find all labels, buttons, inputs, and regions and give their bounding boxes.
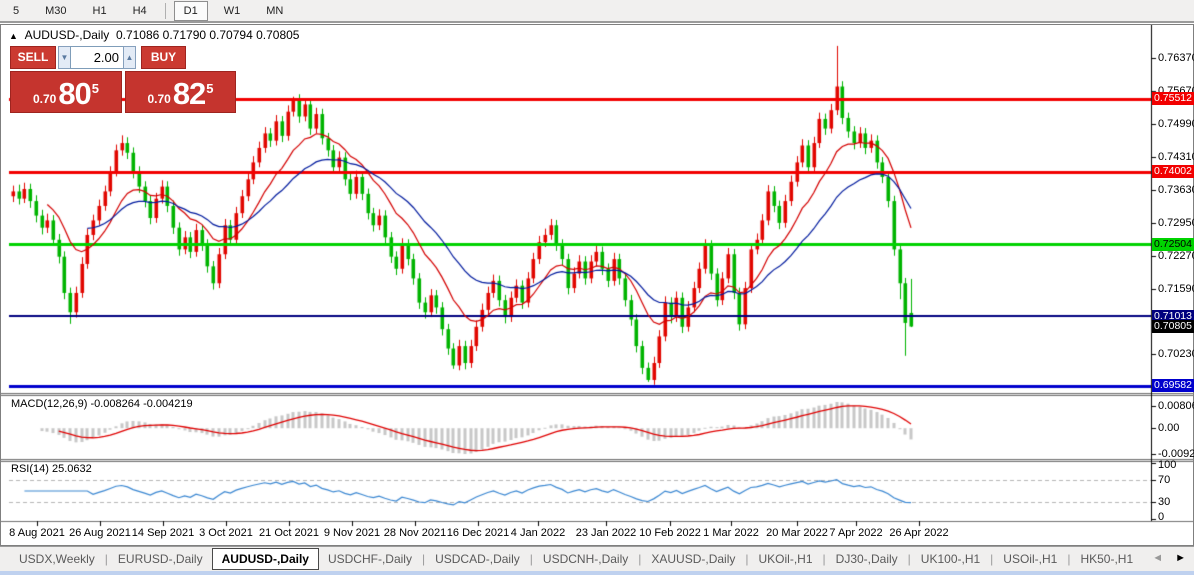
price-axis-tick: 0.72270 [1158, 249, 1194, 262]
date-axis-label: 26 Apr 2022 [889, 527, 949, 539]
tab-eurusd-daily[interactable]: EURUSD-,Daily [109, 549, 212, 569]
one-click-trading-widget: SELL ▼ 2.00 ▲ BUY 0.70 80 5 0.70 82 5 [10, 46, 236, 114]
tab-ukoil-h1[interactable]: UKOil-,H1 [750, 549, 822, 569]
buy-price-prefix: 0.70 [147, 92, 171, 106]
date-axis-label: 3 Oct 2021 [199, 527, 253, 539]
date-axis-label: 4 Jan 2022 [510, 527, 566, 539]
sell-price-main: 80 [58, 76, 91, 111]
toolbar-separator [164, 2, 166, 19]
tab-usdcnh-daily[interactable]: USDCNH-,Daily [534, 549, 637, 569]
sell-button[interactable]: SELL [10, 46, 56, 69]
sell-price-panel[interactable]: 0.70 80 5 [10, 71, 122, 113]
chart-window: ▲ AUDUSD-,Daily 0.71086 0.71790 0.70794 … [0, 24, 1194, 546]
indicator-axis-tick: 100 [1158, 459, 1177, 471]
indicator-axis-tick: 30 [1158, 496, 1171, 509]
date-axis-label: 9 Nov 2021 [323, 527, 381, 539]
volume-increase-button[interactable]: ▲ [123, 46, 136, 69]
price-axis-tick: 0.70230 [1158, 348, 1194, 361]
timeframe-toolbar: 5 M30 H1 H4 D1 W1 MN [0, 0, 1194, 23]
price-level-badge: 0.75512 [1152, 92, 1194, 106]
date-axis-label: 10 Feb 2022 [639, 527, 701, 539]
date-axis-label: 21 Oct 2021 [259, 527, 319, 539]
date-axis-label: 1 Mar 2022 [703, 527, 759, 539]
tab-uk100-h1[interactable]: UK100-,H1 [912, 549, 989, 569]
date-axis-label: 7 Apr 2022 [829, 527, 883, 539]
price-level-badge: 0.70805 [1152, 320, 1194, 334]
tab-usoil-h1[interactable]: USOil-,H1 [994, 549, 1066, 569]
tab-scroll-left-icon[interactable]: ◄ [1152, 552, 1163, 564]
price-axis-tick: 0.76370 [1158, 51, 1194, 64]
tab-scroll-arrows: ◄ ► [1152, 552, 1186, 564]
sell-price-pip: 5 [91, 81, 100, 96]
tab-hk50-h1[interactable]: HK50-,H1 [1071, 549, 1142, 569]
timeframe-button-w1[interactable]: W1 [214, 1, 251, 21]
buy-price-pip: 5 [206, 81, 214, 96]
indicator-axis-tick: 0 [1158, 511, 1165, 523]
sell-price-prefix: 0.70 [32, 92, 57, 106]
date-axis-label: 20 Mar 2022 [766, 527, 828, 539]
indicator-axis-tick: 0.00 [1158, 422, 1180, 435]
date-axis-label: 14 Sep 2021 [131, 527, 195, 539]
price-level-badge: 0.69582 [1152, 379, 1194, 393]
date-axis-label: 28 Nov 2021 [383, 527, 447, 539]
chart-tab-bar: USDX,Weekly | EURUSD-,Daily AUDUSD-,Daily US… [0, 546, 1194, 571]
buy-button[interactable]: BUY [141, 46, 186, 69]
bottom-strip [0, 571, 1194, 575]
trading-terminal: 5 M30 H1 H4 D1 W1 MN ▲ AUDUSD-,Daily 0.71086 0… [0, 0, 1194, 575]
tab-usdx-weekly[interactable]: USDX,Weekly [10, 549, 104, 569]
price-axis-tick: 0.73630 [1158, 183, 1194, 196]
timeframe-button-5[interactable]: 5 [3, 1, 29, 21]
chart-symbol-label: AUDUSD-,Daily [24, 28, 110, 42]
indicator-axis-tick: 70 [1158, 473, 1171, 486]
collapse-trade-panel-icon[interactable]: ▲ [9, 31, 18, 41]
price-axis-tick: 0.72950 [1158, 216, 1194, 229]
chart-ohlc-values: 0.71086 0.71790 0.70794 0.70805 [115, 28, 300, 42]
timeframe-button-m30[interactable]: M30 [35, 1, 76, 21]
timeframe-button-h4[interactable]: H4 [123, 1, 157, 21]
tab-usdcad-daily[interactable]: USDCAD-,Daily [426, 549, 529, 569]
date-axis-label: 26 Aug 2021 [69, 527, 131, 539]
rsi-indicator-label: RSI(14) 25.0632 [11, 463, 92, 475]
macd-indicator-label: MACD(12,26,9) -0.008264 -0.004219 [11, 398, 193, 410]
timeframe-button-h1[interactable]: H1 [83, 1, 117, 21]
price-level-badge: 0.72504 [1152, 237, 1194, 251]
tab-scroll-right-icon[interactable]: ► [1175, 552, 1186, 564]
date-axis-label: 23 Jan 2022 [575, 527, 637, 539]
indicator-axis-tick: 0.008061 [1158, 399, 1194, 412]
chart-title: ▲ AUDUSD-,Daily 0.71086 0.71790 0.70794 … [9, 28, 299, 42]
price-axis-tick: 0.74990 [1158, 118, 1194, 131]
buy-price-main: 82 [172, 76, 206, 111]
tab-dj30-daily[interactable]: DJ30-,Daily [827, 549, 907, 569]
buy-price-panel[interactable]: 0.70 82 5 [125, 71, 236, 113]
price-axis-tick: 0.71590 [1158, 282, 1194, 295]
price-axis-tick: 0.74310 [1158, 151, 1194, 164]
date-axis-label: 16 Dec 2021 [446, 527, 510, 539]
volume-input[interactable]: 2.00 [70, 46, 124, 69]
tab-audusd-daily[interactable]: AUDUSD-,Daily [211, 548, 319, 570]
price-level-badge: 0.74002 [1152, 165, 1194, 179]
timeframe-button-mn[interactable]: MN [256, 1, 293, 21]
date-axis-label: 8 Aug 2021 [9, 527, 65, 539]
timeframe-button-d1[interactable]: D1 [173, 0, 208, 21]
tab-usdchf-daily[interactable]: USDCHF-,Daily [319, 549, 421, 569]
tab-xauusd-daily[interactable]: XAUUSD-,Daily [642, 549, 744, 569]
